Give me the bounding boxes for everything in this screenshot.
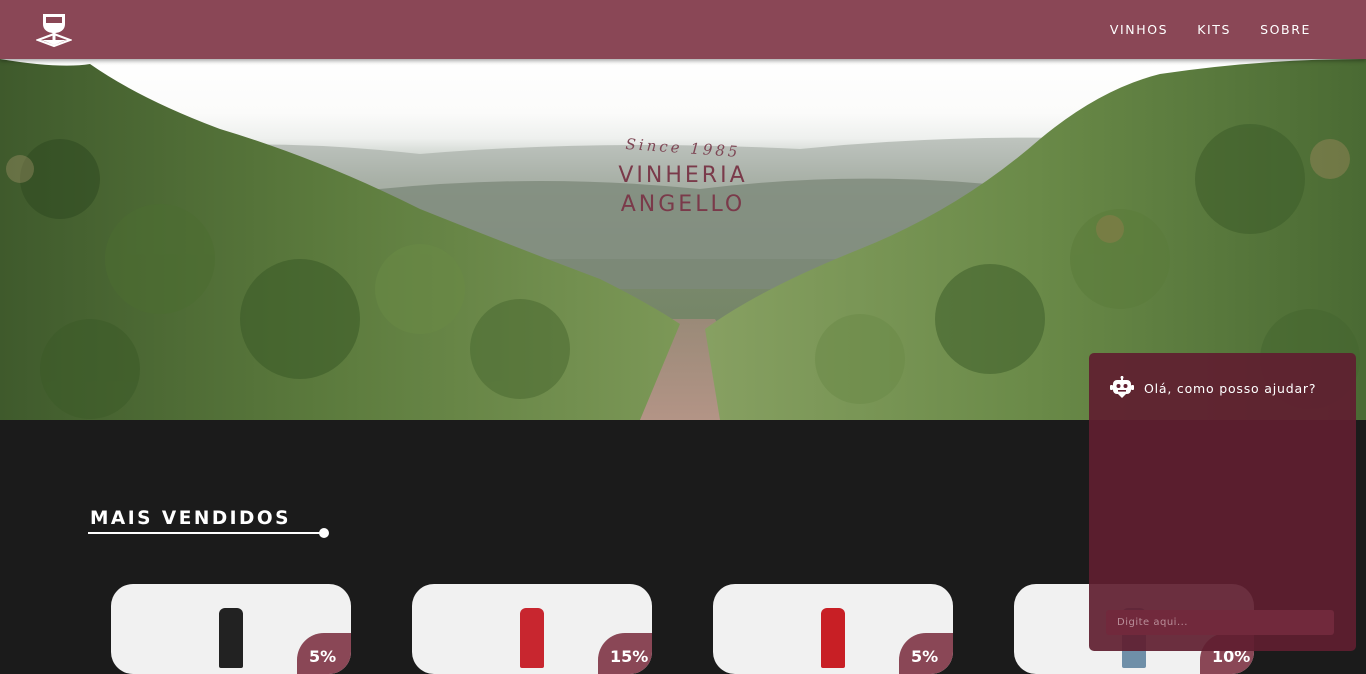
discount-badge: 5%: [297, 633, 351, 674]
section-title-underline: [88, 532, 322, 534]
robot-icon: [1110, 376, 1134, 398]
chat-greeting: Olá, como posso ajudar?: [1144, 381, 1317, 396]
brand-name-line2: ANGELLO: [620, 192, 746, 217]
product-card[interactable]: 15%: [412, 584, 652, 674]
product-card[interactable]: 5%: [111, 584, 351, 674]
chat-widget: Olá, como posso ajudar?: [1089, 353, 1356, 651]
site-header: VINHOS KITS SOBRE: [0, 0, 1366, 59]
wine-bottle-image: [219, 608, 243, 668]
discount-badge: 15%: [598, 633, 652, 674]
discount-badge: 5%: [899, 633, 953, 674]
chat-input[interactable]: [1106, 610, 1334, 635]
wine-bottle-image: [821, 608, 845, 668]
product-card[interactable]: 5%: [713, 584, 953, 674]
brand-logo: Since 1985 VINHERIA ANGELLO: [563, 135, 803, 219]
wine-glass-logo-icon[interactable]: [36, 12, 72, 48]
section-title-dot: [319, 528, 329, 538]
wine-bottle-image: [520, 608, 544, 668]
nav-link-kits[interactable]: KITS: [1197, 22, 1231, 37]
section-title: MAIS VENDIDOS: [90, 508, 291, 529]
main-nav: VINHOS KITS SOBRE: [1110, 0, 1311, 59]
nav-link-sobre[interactable]: SOBRE: [1260, 22, 1311, 37]
brand-name-line1: VINHERIA: [618, 163, 748, 188]
nav-link-vinhos[interactable]: VINHOS: [1110, 22, 1168, 37]
